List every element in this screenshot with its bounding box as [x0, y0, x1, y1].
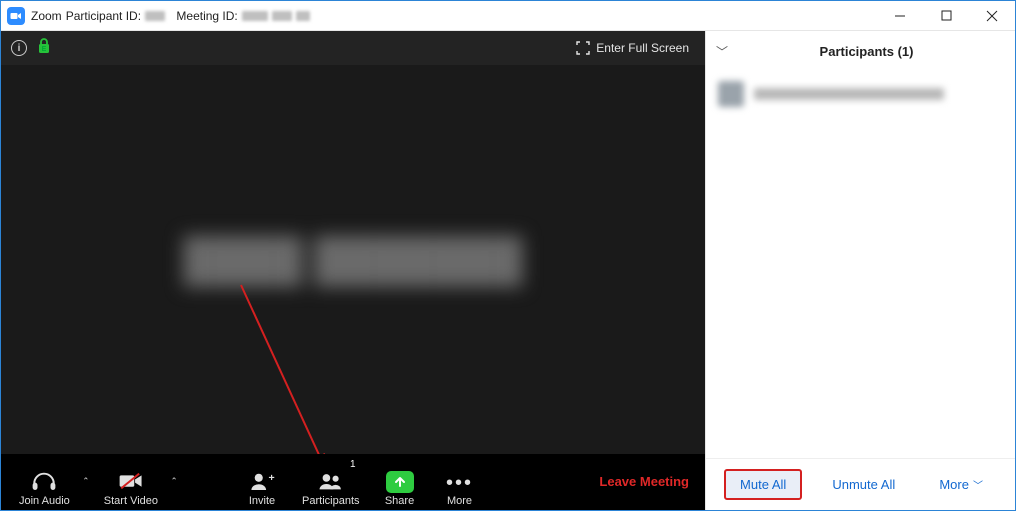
close-button[interactable]	[969, 1, 1015, 31]
unmute-all-label: Unmute All	[832, 477, 895, 492]
participant-display-name: ████ ███████	[184, 236, 523, 284]
encryption-lock-icon[interactable]: E	[37, 38, 51, 59]
zoom-window: Zoom Participant ID: Meeting ID: i	[0, 0, 1016, 511]
leave-meeting-button[interactable]: Leave Meeting	[599, 474, 697, 489]
meeting-id-value-redacted	[242, 11, 268, 21]
more-dots-icon: •••	[446, 473, 473, 493]
svg-text:+: +	[269, 472, 275, 484]
video-options-chevron-icon[interactable]: ＾	[168, 476, 182, 507]
participants-panel-header: ﹀ Participants (1)	[706, 31, 1015, 71]
participants-panel: ﹀ Participants (1) Mute All Unmute All M…	[705, 31, 1015, 510]
participants-count-badge: 1	[350, 459, 356, 470]
more-button[interactable]: ••• More	[430, 455, 490, 507]
video-main: ████ ███████	[1, 65, 705, 454]
panel-collapse-chevron-icon[interactable]: ﹀	[716, 43, 728, 60]
info-icon[interactable]: i	[11, 40, 27, 56]
invite-label: Invite	[249, 495, 275, 507]
annotation-arrow-icon	[231, 275, 351, 454]
meeting-toolbar: Join Audio ＾ Start Video ＾ + Invite	[1, 454, 705, 510]
start-video-label: Start Video	[104, 495, 158, 507]
join-audio-button[interactable]: Join Audio	[9, 455, 80, 507]
video-top-bar: i E Enter Full Screen	[1, 31, 705, 65]
start-video-button[interactable]: Start Video	[94, 455, 168, 507]
window-controls	[877, 1, 1015, 31]
title-text: Zoom Participant ID: Meeting ID:	[31, 9, 310, 23]
participant-name-redacted	[754, 88, 944, 100]
enter-full-screen-button[interactable]: Enter Full Screen	[570, 38, 695, 58]
video-pane: i E Enter Full Screen ████ ███████	[1, 31, 705, 510]
participant-id-value-redacted	[145, 11, 165, 21]
avatar	[718, 81, 744, 107]
participant-row[interactable]	[716, 77, 1005, 111]
mute-all-button[interactable]: Mute All	[724, 469, 802, 500]
share-button[interactable]: Share	[370, 455, 430, 507]
unmute-all-button[interactable]: Unmute All	[818, 471, 909, 498]
svg-text:E: E	[42, 46, 47, 53]
audio-options-chevron-icon[interactable]: ＾	[80, 476, 94, 507]
participants-more-button[interactable]: More ﹀	[925, 471, 997, 498]
participants-list	[706, 71, 1015, 458]
meeting-id-label: Meeting ID:	[176, 9, 237, 23]
meeting-id-value-redacted-2	[272, 11, 292, 21]
share-icon	[386, 471, 414, 493]
participants-label: Participants	[302, 495, 359, 507]
zoom-logo-icon	[7, 7, 25, 25]
fullscreen-label: Enter Full Screen	[596, 41, 689, 55]
meeting-id-value-redacted-3	[296, 11, 310, 21]
participants-panel-title: Participants (1)	[768, 44, 1005, 59]
participant-id-label: Participant ID:	[66, 9, 141, 23]
titlebar: Zoom Participant ID: Meeting ID:	[1, 1, 1015, 31]
mute-all-label: Mute All	[740, 477, 786, 492]
more-label: More	[447, 495, 472, 507]
minimize-button[interactable]	[877, 1, 923, 31]
leave-meeting-label: Leave Meeting	[599, 474, 689, 489]
join-audio-label: Join Audio	[19, 495, 70, 507]
invite-button[interactable]: + Invite	[232, 455, 292, 507]
app-name: Zoom	[31, 9, 62, 23]
participants-button[interactable]: 1 Participants	[292, 455, 369, 507]
chevron-down-icon: ﹀	[973, 477, 983, 492]
maximize-button[interactable]	[923, 1, 969, 31]
share-label: Share	[385, 495, 414, 507]
participants-panel-footer: Mute All Unmute All More ﹀	[706, 458, 1015, 510]
participants-more-label: More	[939, 477, 969, 492]
